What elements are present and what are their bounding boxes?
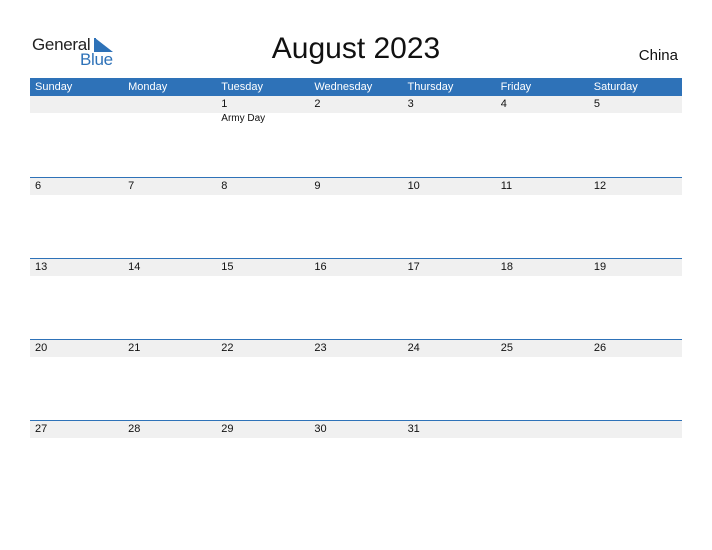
day-cell: 9 [309,178,402,259]
day-cell [496,421,589,502]
weekday-monday: Monday [128,81,168,93]
week-row: 13 14 15 16 17 18 19 [30,258,682,340]
day-cell: 5 [589,96,682,177]
day-cell: 23 [309,340,402,421]
weekday-thursday: Thursday [407,81,454,93]
day-cell: 26 [589,340,682,421]
day-number: 1 [221,98,228,110]
day-cell [30,96,123,177]
day-number: 14 [128,261,141,273]
weekday-sunday: Sunday [35,81,73,93]
day-number: 7 [128,180,135,192]
day-number: 10 [407,180,420,192]
day-number: 18 [500,261,513,273]
day-cell: 14 [123,259,216,340]
day-number: 29 [221,423,234,435]
day-cell: 2 [309,96,402,177]
day-number [128,96,216,113]
calendar-title: August 2023 [271,32,441,65]
day-number: 17 [407,261,420,273]
week-row: 6 7 8 9 10 11 12 [30,177,682,259]
day-cell: 29 [216,421,309,502]
day-number: 13 [35,261,48,273]
day-cell: 16 [309,259,402,340]
weekday-header: Sunday Monday Tuesday Wednesday Thursday… [30,78,682,96]
day-number: 11 [500,180,513,192]
day-number: 5 [593,98,600,110]
day-cell: 25 [496,340,589,421]
day-number: 26 [593,342,607,354]
day-number: 28 [128,423,141,435]
day-cell: 27 [30,421,123,502]
day-cell: 12 [589,178,682,259]
day-cell: 24 [403,340,496,421]
day-number: 30 [314,423,327,435]
day-cell: 11 [496,178,589,259]
day-cell [123,96,216,177]
weekday-saturday: Saturday [593,81,638,93]
day-number: 22 [221,342,234,354]
day-number [594,421,682,438]
day-cell: 15 [216,259,309,340]
day-number: 6 [35,180,42,192]
day-number: 9 [314,180,321,192]
day-number: 15 [221,261,234,273]
day-number: 12 [593,180,607,192]
day-cell: 7 [123,178,216,259]
day-number: 4 [500,98,507,110]
day-cell [589,421,682,502]
day-number: 2 [314,98,321,110]
day-number: 20 [35,342,48,354]
weekday-friday: Friday [500,81,532,93]
day-cell: 22 [216,340,309,421]
day-cell: 18 [496,259,589,340]
day-number: 21 [128,342,141,354]
day-cell: 17 [403,259,496,340]
day-number: 19 [593,261,607,273]
day-number: 16 [314,261,327,273]
country-label: China [638,47,678,64]
day-number: 8 [221,180,228,192]
day-cell: 4 [496,96,589,177]
day-cell: 1 Army Day [216,96,309,177]
day-number [35,96,123,113]
holiday-label: Army Day [221,113,266,124]
day-cell: 19 [589,259,682,340]
day-cell: 31 [403,421,496,502]
day-number [501,421,589,438]
day-cell: 10 [403,178,496,259]
day-cell: 30 [309,421,402,502]
day-cell: 3 [403,96,496,177]
week-row: 27 28 29 30 31 [30,420,682,502]
day-cell: 28 [123,421,216,502]
day-number: 31 [407,423,420,435]
week-row: 20 21 22 23 24 25 26 [30,339,682,421]
weekday-wednesday: Wednesday [314,81,373,93]
day-number: 24 [407,342,420,354]
day-number: 27 [35,423,48,435]
day-cell: 6 [30,178,123,259]
day-cell: 20 [30,340,123,421]
day-number: 25 [500,342,513,354]
day-cell: 13 [30,259,123,340]
day-number: 3 [407,98,414,110]
week-row: 1 Army Day 2 3 4 5 [30,96,682,177]
day-cell: 21 [123,340,216,421]
weekday-tuesday: Tuesday [221,81,264,93]
day-cell: 8 [216,178,309,259]
day-number: 23 [314,342,327,354]
